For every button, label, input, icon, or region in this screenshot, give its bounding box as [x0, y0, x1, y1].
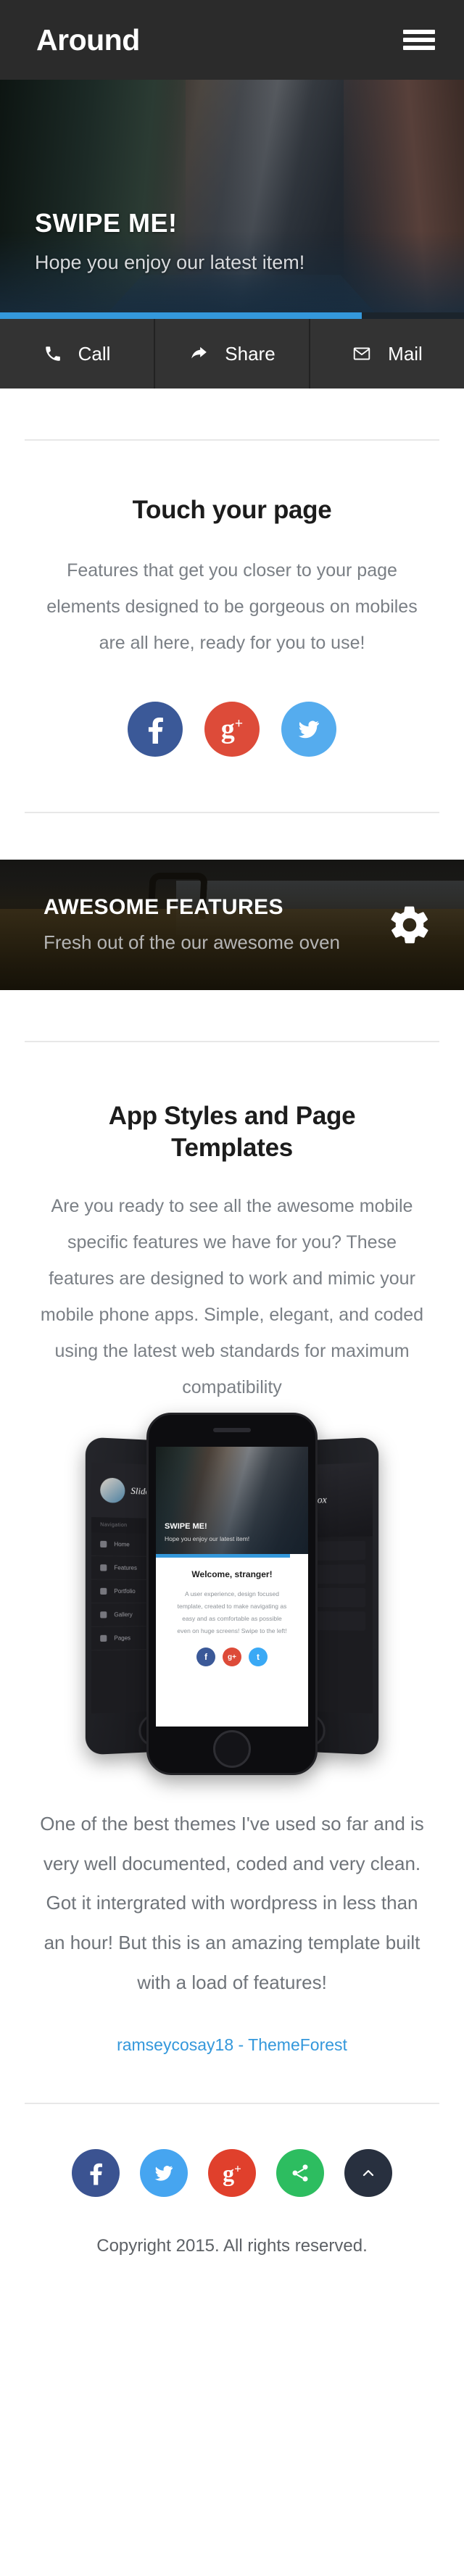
phone-center-line: even on huge screens! Swipe to the left! [177, 1627, 287, 1635]
twitter-icon [297, 718, 321, 740]
hamburger-bar [403, 38, 435, 42]
slider-progress-fill [0, 312, 362, 319]
chevron-up-icon [360, 2164, 377, 2182]
footer: g+ Copyright 2015. All rights reserved. [0, 2149, 464, 2257]
share-nodes-icon [290, 2163, 310, 2183]
brand-logo[interactable]: Around [36, 23, 140, 57]
footer-social-row: g+ [25, 2149, 439, 2198]
copyright-text: Copyright 2015. All rights reserved. [96, 2236, 368, 2256]
action-bar: Call Share Mail [0, 319, 464, 389]
parallax-subtitle: Fresh out of the our awesome oven [44, 931, 341, 954]
footer-facebook-button[interactable] [72, 2149, 120, 2198]
parallax-text: AWESOME FEATURES Fresh out of the our aw… [44, 895, 340, 954]
phone-center-hero-caption: SWIPE ME! Hope you enjoy our latest item… [165, 1522, 249, 1542]
hamburger-bar [403, 30, 435, 34]
phone-center-line: template, created to make navigating as [177, 1603, 287, 1611]
footer-google-plus-button[interactable]: g+ [208, 2149, 256, 2198]
nav-label: Pages [114, 1634, 131, 1642]
scroll-to-top-button[interactable] [344, 2149, 392, 2198]
app-section-body: Are you ready to see all the awesome mob… [40, 1196, 424, 1398]
google-plus-button[interactable]: g+ [204, 701, 260, 757]
footer-twitter-button[interactable] [140, 2149, 188, 2198]
nav-label: Portfolio [114, 1588, 136, 1595]
phones-mockup: Slidebox Navigation Home Features Portfo… [25, 1405, 439, 1782]
hero-building-right [343, 80, 464, 319]
nav-label: Features [114, 1564, 137, 1572]
facebook-icon [89, 2161, 102, 2185]
share-button[interactable]: Share [155, 319, 310, 389]
gallery-icon [100, 1611, 107, 1619]
phone-center-social-row: f g+ t [166, 1648, 298, 1667]
hero-subtitle: Hope you enjoy our latest item! [35, 252, 305, 273]
envelope-icon [352, 344, 372, 363]
nav-label: Home [114, 1541, 130, 1548]
portfolio-icon [100, 1588, 107, 1595]
mail-label: Mail [388, 342, 423, 365]
phone-mockup-center: SWIPE ME! Hope you enjoy our latest item… [146, 1413, 318, 1776]
avatar [100, 1477, 125, 1504]
hero-caption: SWIPE ME! Hope you enjoy our latest item… [35, 208, 304, 274]
phone-center-screen: SWIPE ME! Hope you enjoy our latest item… [156, 1447, 308, 1727]
slider-progress-bar [0, 312, 464, 319]
phone-center-hero: SWIPE ME! Hope you enjoy our latest item… [156, 1447, 308, 1555]
touch-your-page-section: Touch your page Features that get you cl… [0, 439, 464, 860]
mail-button[interactable]: Mail [310, 319, 464, 389]
phone-center-twitter-icon: t [249, 1648, 268, 1667]
app-styles-section: App Styles and Page Templates Are you re… [0, 1040, 464, 2105]
section-divider-top [25, 439, 439, 441]
hero-title: SWIPE ME! [35, 208, 178, 238]
twitter-icon [153, 2164, 175, 2182]
phone-center-welcome-title: Welcome, stranger! [191, 1569, 273, 1580]
touch-section-social-row: g+ [25, 701, 439, 757]
phone-center-line: easy and as comfortable as possible [182, 1615, 282, 1623]
phone-speaker [213, 1428, 251, 1433]
call-label: Call [78, 342, 111, 365]
app-section-title: App Styles and Page Templates [108, 1101, 356, 1162]
navbar: Around [0, 0, 464, 80]
gear-icon [387, 902, 432, 947]
parallax-title: AWESOME FEATURES [44, 895, 283, 920]
phone-center-google-plus-icon: g+ [223, 1648, 241, 1667]
features-icon [100, 1564, 107, 1571]
phone-center-hero-title: SWIPE ME! [165, 1522, 207, 1532]
phone-center-home-button [213, 1730, 251, 1769]
testimonial-quote: One of the best themes I've used so far … [40, 1813, 424, 1993]
hero-background-image [0, 80, 464, 319]
hero-building-left [0, 80, 186, 319]
facebook-icon [147, 715, 163, 744]
home-icon [100, 1541, 107, 1548]
parallax-content: AWESOME FEATURES Fresh out of the our aw… [0, 860, 464, 990]
share-label: Share [225, 342, 276, 365]
pages-icon [100, 1635, 107, 1642]
footer-share-button[interactable] [276, 2149, 324, 2198]
phone-center-line: A user experience, design focused [185, 1590, 279, 1598]
testimonial-author-link[interactable]: ramseycosay18 - ThemeForest [25, 2035, 439, 2055]
app-section-divider-top [25, 1040, 439, 1042]
facebook-button[interactable] [128, 701, 183, 757]
phone-icon [44, 344, 62, 363]
touch-section-body: Features that get you closer to your pag… [46, 560, 418, 653]
footer-divider [25, 2103, 439, 2105]
awesome-features-banner: AWESOME FEATURES Fresh out of the our aw… [0, 859, 464, 990]
google-plus-icon: g+ [223, 2160, 241, 2187]
hamburger-menu-icon[interactable] [403, 27, 435, 53]
hero-slider[interactable]: SWIPE ME! Hope you enjoy our latest item… [0, 80, 464, 319]
phone-center-body: Welcome, stranger! A user experience, de… [156, 1558, 308, 1667]
touch-section-title: Touch your page [132, 496, 332, 524]
hamburger-bar [403, 46, 435, 50]
nav-label: Gallery [114, 1611, 133, 1619]
twitter-button[interactable] [281, 701, 336, 757]
share-arrow-icon [188, 344, 209, 363]
phone-center-facebook-icon: f [196, 1648, 215, 1667]
google-plus-icon: g+ [220, 713, 244, 744]
call-button[interactable]: Call [0, 319, 155, 389]
phone-center-hero-subtitle: Hope you enjoy our latest item! [165, 1535, 250, 1543]
